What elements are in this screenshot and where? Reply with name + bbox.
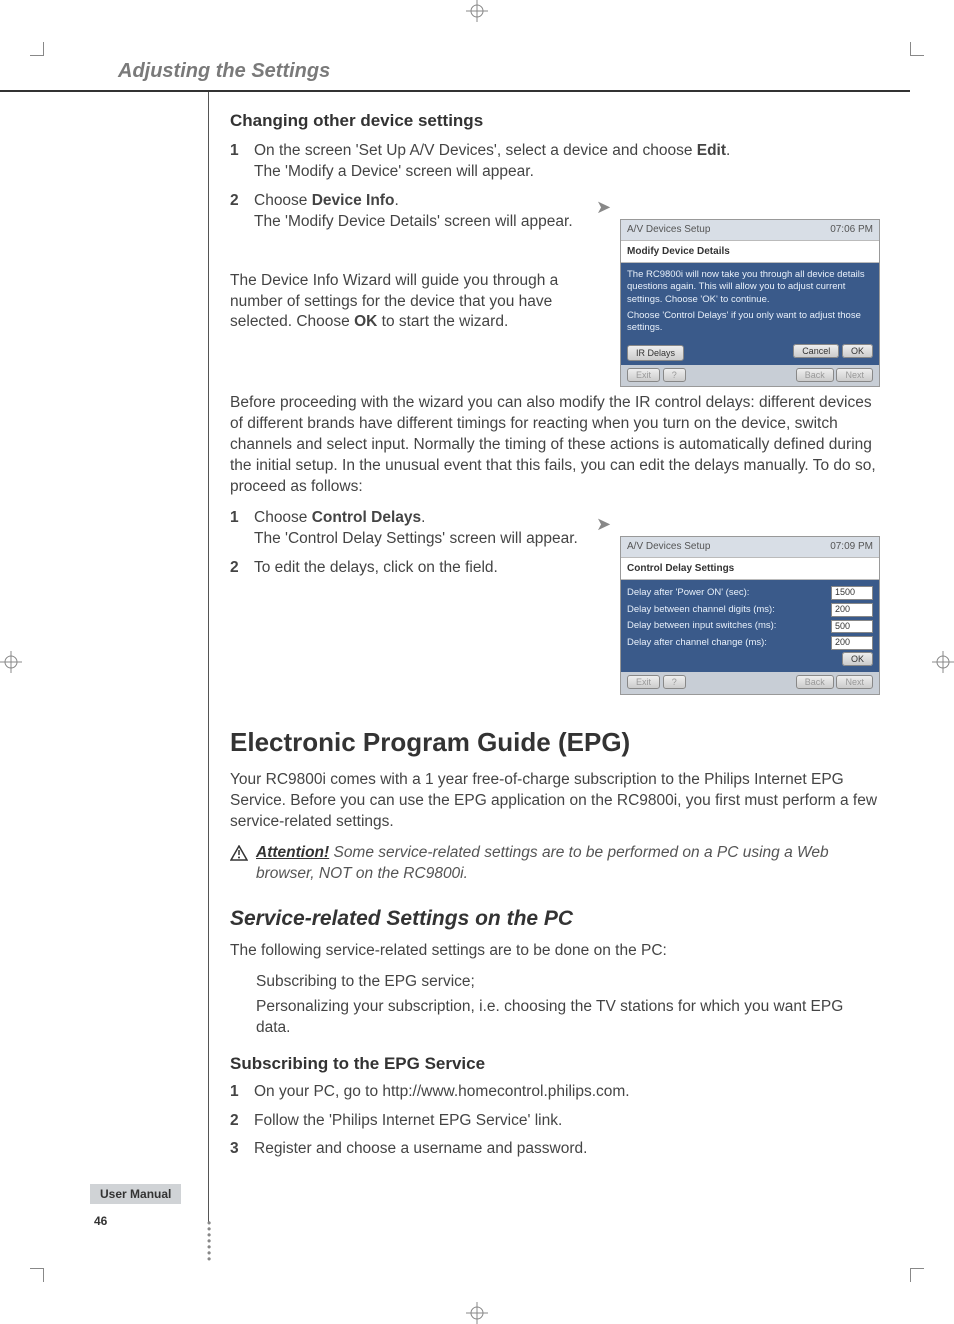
ir-delays-button[interactable]: IR Delays [627,345,684,361]
shot-subhead: Control Delay Settings [621,557,879,581]
delay-field[interactable]: 200 [831,636,873,650]
delay-label: Delay after channel change (ms): [627,637,767,649]
bold-device-info: Device Info [312,192,395,209]
step-1: 1 On the screen 'Set Up A/V Devices', se… [230,141,880,183]
page-content: Changing other device settings 1 On the … [230,110,880,1168]
shot-subhead: Modify Device Details [621,240,879,264]
arrow-icon: ➤ [596,512,880,536]
arrow-icon: ➤ [596,195,880,219]
delay-field[interactable]: 500 [831,620,873,634]
step-number: 1 [230,141,254,183]
shot-time: 07:06 PM [830,223,873,237]
next-button[interactable]: Next [836,368,873,382]
exit-button[interactable]: Exit [627,675,660,689]
shot-body-text: The RC9800i will now take you through al… [627,269,873,306]
crop-mark [910,42,924,56]
delay-field[interactable]: 1500 [831,586,873,600]
screenshot-modify-device: A/V Devices Setup 07:06 PM Modify Device … [620,219,880,387]
registration-mark [466,0,488,22]
screenshot-control-delays: A/V Devices Setup 07:09 PM Control Delay … [620,536,880,695]
cd-step-2: 2 To edit the delays, click on the field… [230,558,602,579]
delay-label: Delay after 'Power ON' (sec): [627,587,749,599]
next-button[interactable]: Next [836,675,873,689]
help-button[interactable]: ? [663,675,686,689]
epg-step-2: Follow the 'Philips Internet EPG Service… [254,1111,880,1132]
srv-intro: The following service-related settings a… [230,941,880,962]
crop-mark [910,1268,924,1282]
registration-mark [932,651,954,673]
dotted-rule: ••••••• [207,1220,211,1262]
help-button[interactable]: ? [663,368,686,382]
margin-rule [208,92,209,1222]
registration-mark [466,1302,488,1324]
registration-mark [0,651,22,673]
epg-step-3: Register and choose a username and passw… [254,1139,880,1160]
back-button[interactable]: Back [796,675,834,689]
delay-label: Delay between channel digits (ms): [627,604,775,616]
wizard-para: The Device Info Wizard will guide you th… [230,271,602,334]
heading-epg: Electronic Program Guide (EPG) [230,725,880,760]
delay-label: Delay between input switches (ms): [627,620,776,632]
heading-changing: Changing other device settings [230,110,880,133]
before-para: Before proceeding with the wizard you ca… [230,393,880,498]
crop-mark [30,42,44,56]
shot-time: 07:09 PM [830,540,873,554]
step-number: 2 [230,191,254,233]
step-2: 2 Choose Device Info. The 'Modify Device… [230,191,602,233]
page-number: 46 [94,1214,107,1228]
bullet-item: Personalizing your subscription, i.e. ch… [256,997,880,1039]
step-text: On the screen 'Set Up A/V Devices', sele… [254,142,697,159]
shot-title: A/V Devices Setup [627,540,710,554]
bold-ok: OK [354,313,377,330]
back-button[interactable]: Back [796,368,834,382]
attention-label: Attention! [256,844,329,861]
attention-note: Attention! Some service-related settings… [230,843,880,885]
ok-button[interactable]: OK [842,344,873,358]
heading-service-settings: Service-related Settings on the PC [230,905,880,933]
epg-intro: Your RC9800i comes with a 1 year free-of… [230,770,880,833]
footer-label: User Manual [90,1184,181,1204]
header-rule [0,90,910,92]
bullet-item: Subscribing to the EPG service; [256,972,880,993]
shot-body-text: Choose 'Control Delays' if you only want… [627,310,873,335]
exit-button[interactable]: Exit [627,368,660,382]
delay-field[interactable]: 200 [831,603,873,617]
cancel-button[interactable]: Cancel [793,344,839,358]
step-text: The 'Modify a Device' screen will appear… [254,163,534,180]
shot-title: A/V Devices Setup [627,223,710,237]
bold-control-delays: Control Delays [312,509,421,526]
heading-subscribing: Subscribing to the EPG Service [230,1053,880,1076]
bold-edit: Edit [697,142,726,159]
epg-step-1: On your PC, go to http://www.homecontrol… [254,1082,880,1103]
ok-button[interactable]: OK [842,652,873,666]
section-title: Adjusting the Settings [118,60,330,83]
crop-mark [30,1268,44,1282]
warning-icon [230,845,248,868]
cd-step-1: 1 Choose Control Delays. The 'Control De… [230,508,602,550]
